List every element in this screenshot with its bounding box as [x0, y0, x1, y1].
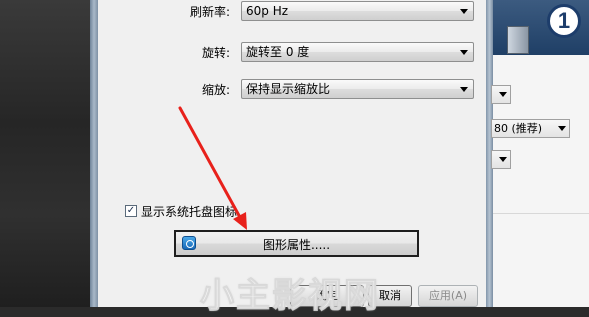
- annotation-arrow: [178, 106, 247, 230]
